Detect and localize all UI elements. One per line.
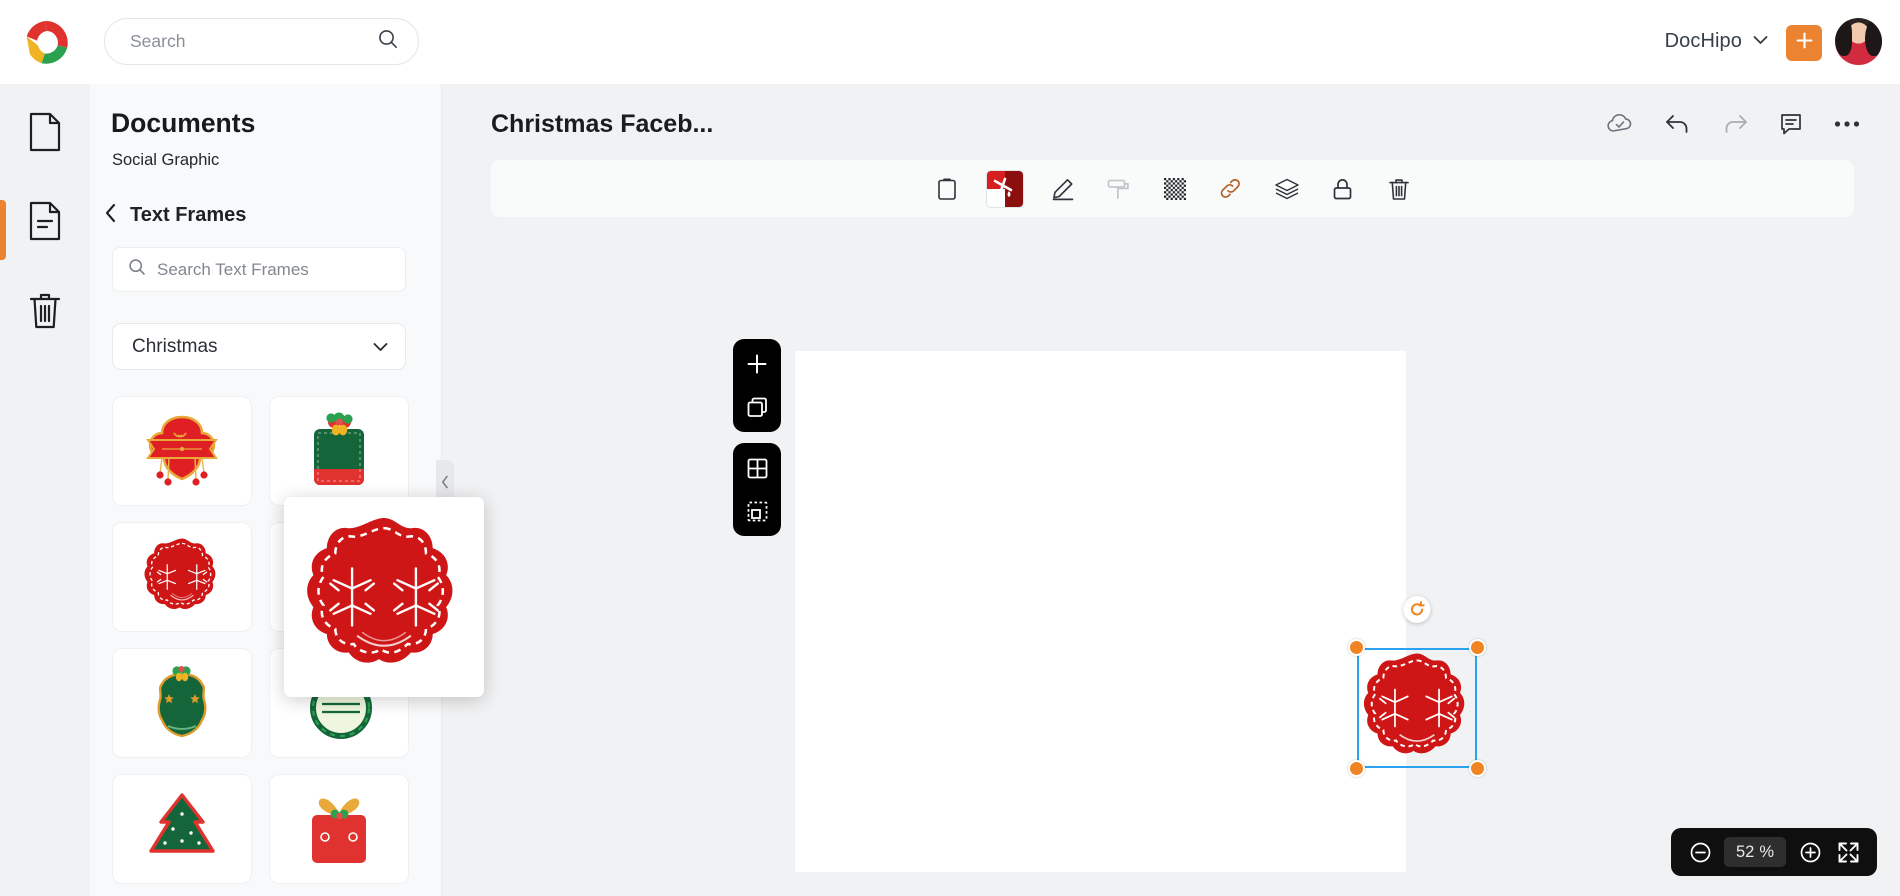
color-swatch-icon[interactable] <box>985 169 1024 208</box>
dochipo-logo-icon[interactable] <box>19 14 75 70</box>
canvas-area[interactable]: 52 % <box>442 229 1900 896</box>
search-icon <box>127 257 147 282</box>
selected-object[interactable] <box>1348 596 1486 777</box>
delete-icon[interactable] <box>1382 172 1416 206</box>
page-icon <box>28 112 62 157</box>
text-frame-thumb[interactable] <box>269 774 409 884</box>
top-bar: DocHipo <box>0 0 1900 84</box>
more-options-icon[interactable] <box>1834 120 1860 128</box>
avatar-hair-right <box>1865 20 1882 56</box>
brand-name: DocHipo <box>1664 29 1742 52</box>
document-lines-icon <box>28 201 62 246</box>
chevron-left-icon <box>441 475 449 494</box>
page-tool-group-1 <box>733 339 781 432</box>
text-frame-thumb[interactable] <box>269 396 409 506</box>
cloud-saved-icon[interactable] <box>1606 113 1634 135</box>
side-panel: Documents Social Graphic Text Frames Chr… <box>90 84 442 896</box>
resize-handle-top-right[interactable] <box>1469 639 1486 656</box>
resize-handle-top-left[interactable] <box>1348 639 1365 656</box>
link-icon[interactable] <box>1214 172 1248 206</box>
editor-main: Christmas Faceb... 52 % <box>442 84 1900 896</box>
plus-icon <box>1794 30 1815 56</box>
panel-subtitle: Social Graphic <box>112 151 220 169</box>
brand-menu[interactable]: DocHipo <box>1665 20 1768 62</box>
grid-icon[interactable] <box>741 452 773 484</box>
sidebar-item-blank-page[interactable] <box>0 98 90 170</box>
page-tool-group-2 <box>733 443 781 536</box>
trash-icon <box>28 290 62 335</box>
clipboard-icon[interactable] <box>930 172 964 206</box>
layers-icon[interactable] <box>1270 172 1304 206</box>
zoom-unit: % <box>1759 842 1775 861</box>
category-value: Christmas <box>132 335 218 357</box>
resize-handle-bottom-left[interactable] <box>1348 760 1365 777</box>
select-area-icon[interactable] <box>741 495 773 527</box>
undo-icon[interactable] <box>1665 113 1691 135</box>
avatar-hair-left <box>1835 20 1852 56</box>
text-frame-thumb[interactable] <box>112 774 252 884</box>
editor-top-actions <box>1606 112 1860 136</box>
create-new-button[interactable] <box>1786 25 1822 61</box>
text-frame-thumb[interactable] <box>112 648 252 758</box>
left-rail <box>0 84 90 896</box>
text-frame-thumb[interactable] <box>112 396 252 506</box>
chevron-down-icon <box>1753 32 1768 50</box>
page-title: Documents <box>111 108 256 138</box>
redo-icon[interactable] <box>1722 113 1748 135</box>
plus-circle-icon[interactable] <box>1796 838 1824 866</box>
selection-frame <box>1357 648 1477 768</box>
page-tools <box>733 339 781 536</box>
search-icon[interactable] <box>376 27 400 56</box>
resize-handle-bottom-right[interactable] <box>1469 760 1486 777</box>
sidebar-item-trash[interactable] <box>0 276 90 348</box>
document-title[interactable]: Christmas Faceb... <box>491 110 713 139</box>
expand-icon[interactable] <box>1834 838 1862 866</box>
back-label: Text Frames <box>130 204 247 226</box>
transparency-icon[interactable] <box>1158 172 1192 206</box>
back-to-text-frames[interactable]: Text Frames <box>104 203 246 228</box>
paint-roller-icon[interactable] <box>1102 172 1136 206</box>
category-dropdown[interactable]: Christmas <box>112 323 406 370</box>
app-root: DocHipo <box>0 0 1900 896</box>
chevron-left-icon <box>104 203 117 228</box>
zoom-percent: 52 <box>1735 842 1755 861</box>
edit-pencil-icon[interactable] <box>1046 172 1080 206</box>
sidebar-item-documents[interactable] <box>0 187 90 259</box>
global-search[interactable] <box>104 18 419 65</box>
zoom-controls: 52 % <box>1671 828 1877 876</box>
search-input[interactable] <box>130 31 376 52</box>
rotate-icon[interactable] <box>1403 596 1431 623</box>
text-frames-search[interactable] <box>112 247 406 292</box>
chevron-down-icon <box>373 336 388 358</box>
lock-icon[interactable] <box>1326 172 1360 206</box>
user-avatar[interactable] <box>1835 18 1882 65</box>
text-frames-search-input[interactable] <box>157 259 391 280</box>
object-toolbar <box>491 160 1854 217</box>
zoom-value[interactable]: 52 % <box>1724 837 1786 867</box>
text-frame-preview-popup <box>284 497 484 697</box>
comment-icon[interactable] <box>1779 112 1803 136</box>
text-frame-thumb[interactable] <box>112 522 252 632</box>
duplicate-page-icon[interactable] <box>741 391 773 423</box>
design-page[interactable] <box>795 351 1486 872</box>
minus-circle-icon[interactable] <box>1686 838 1714 866</box>
add-page-icon[interactable] <box>741 348 773 380</box>
